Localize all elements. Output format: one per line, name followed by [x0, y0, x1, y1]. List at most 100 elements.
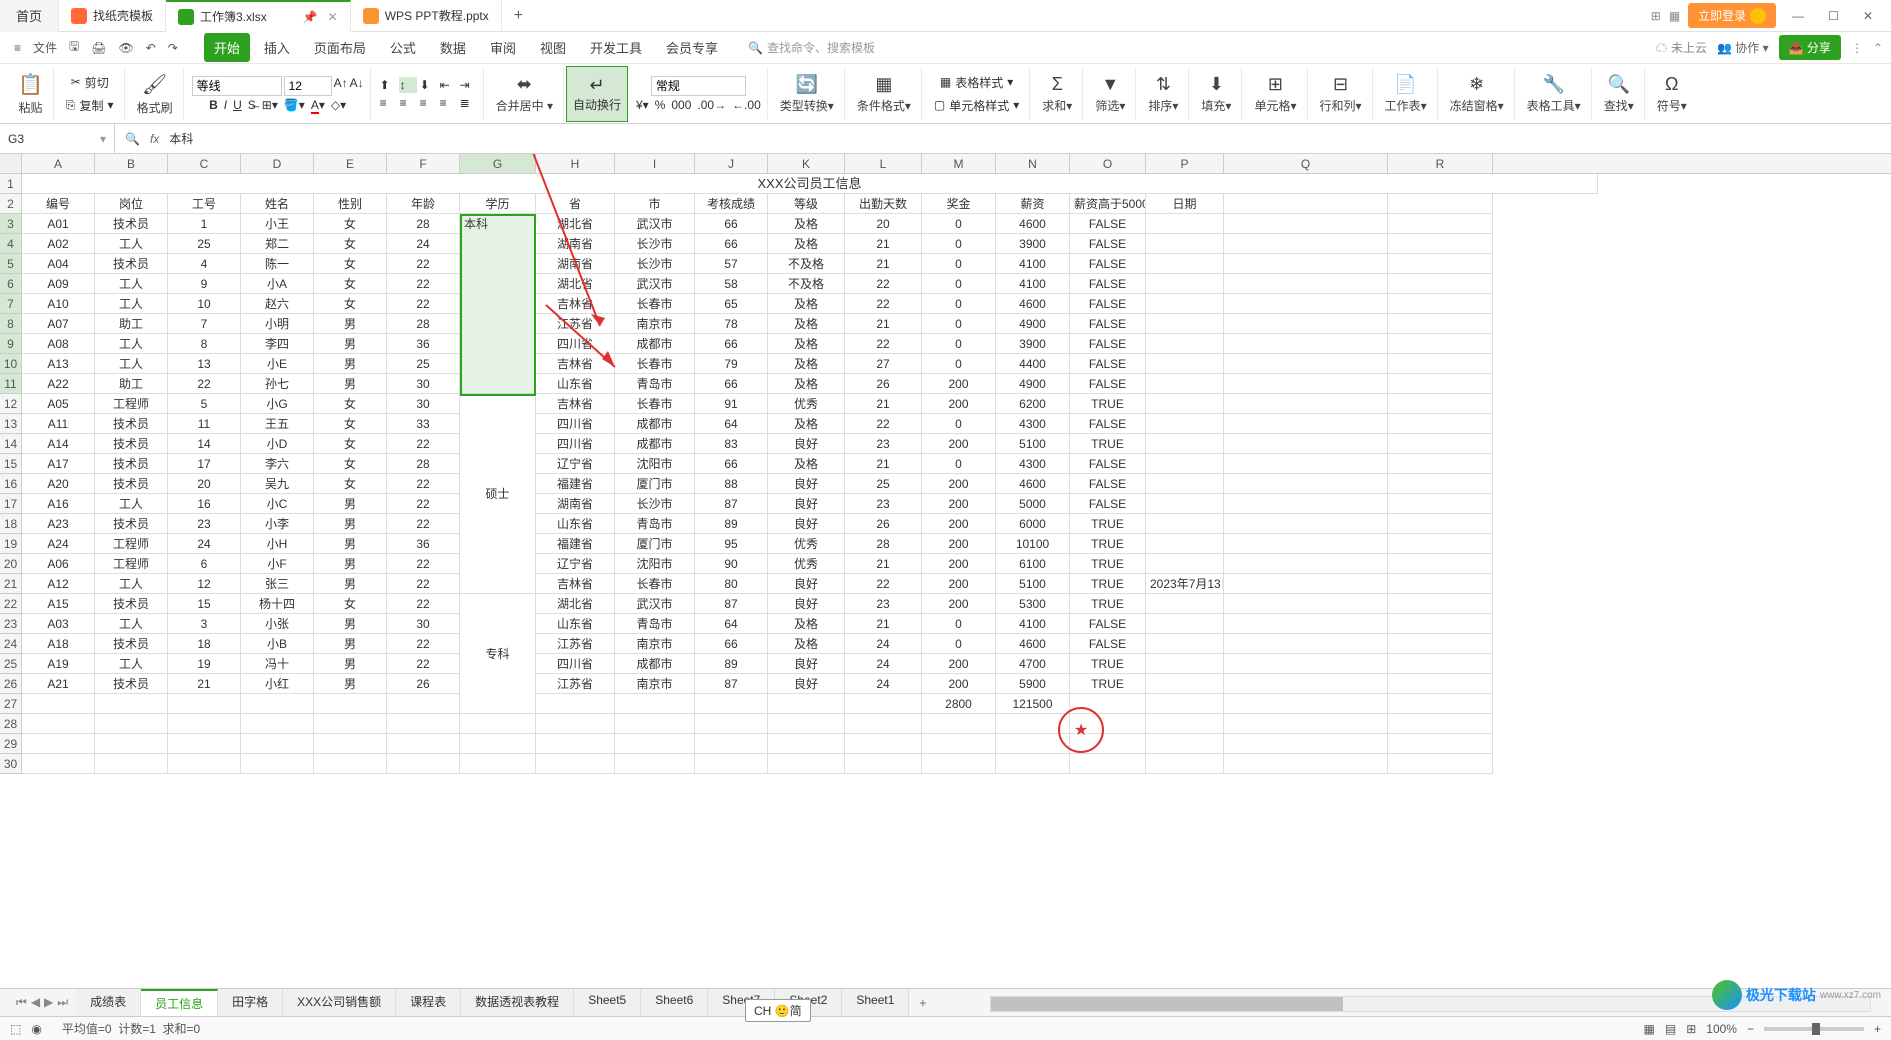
data-cell[interactable]: 女 [314, 454, 387, 474]
data-cell[interactable]: 16 [168, 494, 241, 514]
data-cell[interactable]: 0 [922, 334, 996, 354]
data-cell[interactable]: TRUE [1070, 514, 1146, 534]
coop-button[interactable]: 👥 协作 ▾ [1717, 39, 1769, 56]
wrap-text-button[interactable]: ↵自动换行 [566, 66, 628, 122]
data-cell[interactable]: 58 [695, 274, 768, 294]
data-cell[interactable]: 小明 [241, 314, 314, 334]
data-cell[interactable]: 66 [695, 334, 768, 354]
data-cell[interactable]: 男 [314, 674, 387, 694]
sheet-tab[interactable]: 数据透视表教程 [461, 989, 574, 1016]
data-cell[interactable]: 26 [845, 374, 922, 394]
data-cell[interactable]: FALSE [1070, 214, 1146, 234]
data-cell[interactable]: 技术员 [95, 474, 168, 494]
close-button[interactable]: ✕ [1855, 5, 1881, 27]
select-all-corner[interactable] [0, 154, 22, 173]
merged-education-cell[interactable]: 专科 [460, 594, 536, 714]
data-cell[interactable]: 200 [922, 574, 996, 594]
data-cell[interactable]: TRUE [1070, 594, 1146, 614]
sheet-tab[interactable]: 课程表 [396, 989, 461, 1016]
data-cell[interactable]: 及格 [768, 234, 845, 254]
data-cell[interactable]: 4600 [996, 474, 1070, 494]
row-header[interactable]: 11 [0, 374, 22, 394]
data-cell[interactable]: 长春市 [615, 354, 695, 374]
data-cell[interactable]: 小G [241, 394, 314, 414]
data-cell[interactable]: 技术员 [95, 454, 168, 474]
data-cell[interactable]: 技术员 [95, 254, 168, 274]
dec-decimal-icon[interactable]: ←.00 [732, 98, 761, 112]
data-cell[interactable]: 女 [314, 254, 387, 274]
rowcol-button[interactable]: ⊟行和列▾ [1316, 72, 1366, 116]
data-cell[interactable]: 20 [845, 214, 922, 234]
data-cell[interactable]: 山东省 [536, 374, 615, 394]
data-cell[interactable]: 良好 [768, 674, 845, 694]
data-cell[interactable]: 64 [695, 614, 768, 634]
data-cell[interactable]: 良好 [768, 434, 845, 454]
cut-button[interactable]: ✂ 剪切 [67, 72, 113, 93]
sheet-tab[interactable]: Sheet1 [842, 989, 909, 1016]
border-button[interactable]: ⊞▾ [262, 98, 278, 112]
row-header[interactable]: 26 [0, 674, 22, 694]
data-cell[interactable]: A24 [22, 534, 95, 554]
data-cell[interactable]: TRUE [1070, 674, 1146, 694]
data-cell[interactable] [768, 694, 845, 714]
data-cell[interactable]: 25 [387, 354, 460, 374]
data-cell[interactable]: 及格 [768, 314, 845, 334]
type-convert-button[interactable]: 🔄类型转换▾ [776, 72, 838, 116]
sort-button[interactable]: ⇅排序▾ [1144, 72, 1182, 116]
data-cell[interactable]: 技术员 [95, 514, 168, 534]
data-cell[interactable]: 技术员 [95, 434, 168, 454]
data-cell[interactable]: 89 [695, 514, 768, 534]
data-cell[interactable]: A14 [22, 434, 95, 454]
distribute-icon[interactable]: ≣ [459, 95, 477, 111]
data-cell[interactable]: 200 [922, 594, 996, 614]
formula-value[interactable]: 本科 [169, 130, 193, 147]
data-cell[interactable]: 24 [845, 654, 922, 674]
data-cell[interactable] [1146, 594, 1224, 614]
merged-education-cell[interactable]: 硕士 [460, 394, 536, 594]
data-cell[interactable]: 女 [314, 294, 387, 314]
data-cell[interactable] [536, 694, 615, 714]
data-cell[interactable]: 工人 [95, 494, 168, 514]
data-cell[interactable]: 王五 [241, 414, 314, 434]
data-cell[interactable] [387, 694, 460, 714]
data-cell[interactable]: FALSE [1070, 274, 1146, 294]
data-cell[interactable]: 200 [922, 394, 996, 414]
data-cell[interactable]: 66 [695, 454, 768, 474]
data-cell[interactable]: 四川省 [536, 654, 615, 674]
row-header[interactable]: 22 [0, 594, 22, 614]
data-cell[interactable]: 87 [695, 494, 768, 514]
data-cell[interactable]: 22 [387, 254, 460, 274]
data-cell[interactable]: 1 [168, 214, 241, 234]
data-cell[interactable]: TRUE [1070, 554, 1146, 574]
data-cell[interactable]: 22 [387, 274, 460, 294]
data-cell[interactable]: 辽宁省 [536, 554, 615, 574]
data-cell[interactable]: 沈阳市 [615, 454, 695, 474]
data-cell[interactable]: 21 [845, 614, 922, 634]
row-header[interactable]: 5 [0, 254, 22, 274]
search-box[interactable]: 🔍 查找命令、搜索模板 [748, 39, 875, 56]
data-cell[interactable]: 22 [387, 554, 460, 574]
data-cell[interactable]: 南京市 [615, 314, 695, 334]
data-cell[interactable]: 4400 [996, 354, 1070, 374]
data-cell[interactable] [1146, 374, 1224, 394]
sheet-next-icon[interactable]: ▶ [44, 995, 53, 1010]
data-cell[interactable]: 121500 [996, 694, 1070, 714]
data-cell[interactable]: 200 [922, 654, 996, 674]
data-cell[interactable] [695, 694, 768, 714]
data-cell[interactable]: 女 [314, 434, 387, 454]
data-cell[interactable]: 15 [168, 594, 241, 614]
data-cell[interactable]: 0 [922, 234, 996, 254]
data-cell[interactable] [1146, 454, 1224, 474]
data-cell[interactable]: 小F [241, 554, 314, 574]
zoom-out-icon[interactable]: − [1747, 1022, 1754, 1036]
data-cell[interactable]: 吴九 [241, 474, 314, 494]
row-header[interactable]: 2 [0, 194, 22, 214]
data-cell[interactable]: 助工 [95, 314, 168, 334]
view-page-icon[interactable]: ▤ [1665, 1022, 1676, 1036]
data-cell[interactable]: 24 [168, 534, 241, 554]
row-header[interactable]: 16 [0, 474, 22, 494]
data-cell[interactable]: 14 [168, 434, 241, 454]
data-cell[interactable]: 男 [314, 494, 387, 514]
data-cell[interactable]: 辽宁省 [536, 454, 615, 474]
name-box[interactable]: G3 ▾ [0, 124, 115, 153]
